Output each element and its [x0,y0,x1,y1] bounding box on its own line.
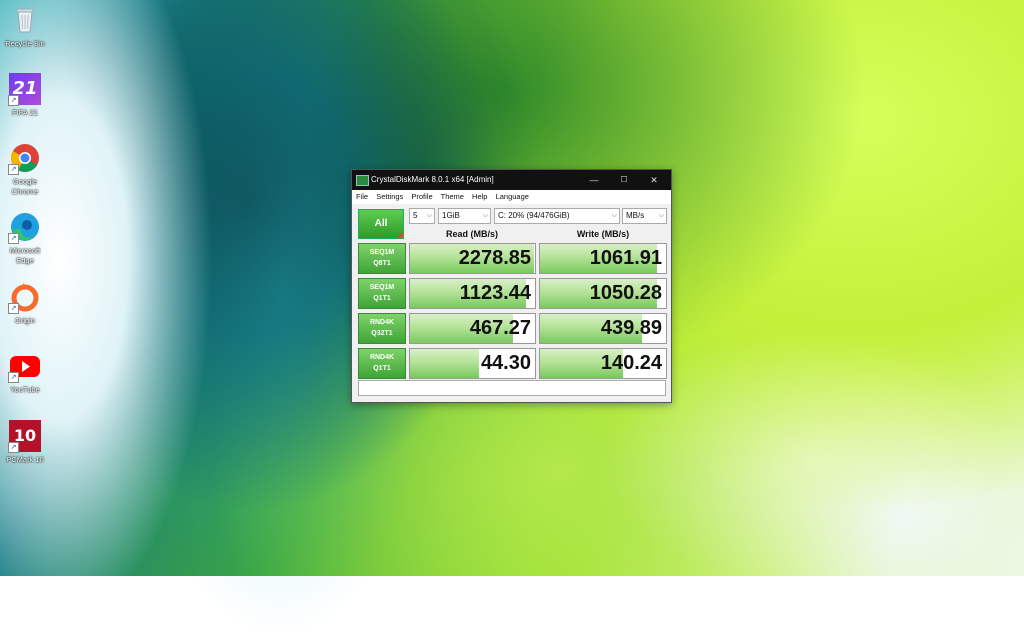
desktop-icon-origin[interactable]: ↗ Origin [0,281,50,326]
read-value: 1123.44 [459,282,531,304]
count-value: 5 [413,211,418,220]
origin-icon: ↗ [8,281,41,314]
menu-theme[interactable]: Theme [441,192,464,201]
test-button-seq1m-q8t1[interactable]: SEQ1M Q8T1 [358,243,406,274]
test-button-rnd4k-q32t1[interactable]: RND4K Q32T1 [358,313,406,344]
write-header: Write (MB/s) [576,229,630,239]
shortcut-arrow-icon: ↗ [8,164,19,175]
menu-language[interactable]: Language [496,192,529,201]
menu-bar: File Settings Profile Theme Help Languag… [352,190,671,204]
recycle-bin-icon [9,4,41,36]
desktop-icon-label: Google Chrome [11,177,39,196]
chevron-down-icon: ⌵ [426,212,432,219]
chevron-down-icon: ⌵ [611,212,617,219]
test-params: Q1T1 [373,365,391,372]
test-params: Q1T1 [373,295,391,302]
desktop-icon-label: FIFA 21 [12,108,38,117]
test-params: Q8T1 [373,260,391,267]
desktop-icon-recycle-bin[interactable]: Recycle Bin [0,4,50,49]
all-button-label: All [374,218,388,229]
fifa21-icon: 21 ↗ [8,73,41,106]
test-name: RND4K [369,319,395,326]
size-value: 1GiB [442,211,460,220]
comment-field[interactable] [358,380,666,396]
desktop-icon-label: YouTube [10,385,40,394]
desktop-icon-label: Origin [14,316,35,325]
desktop-icon-google-chrome[interactable]: ↗ Google Chrome [0,142,50,197]
desktop-icon-fifa21[interactable]: 21 ↗ FIFA 21 [0,73,50,118]
desktop-icon-pcmark10[interactable]: 10 ↗ PCMark 10 [0,420,50,465]
test-name: SEQ1M [369,249,395,256]
app-icon [356,175,369,186]
all-button[interactable]: All [358,209,404,239]
test-button-rnd4k-q1t1[interactable]: RND4K Q1T1 [358,348,406,379]
menu-help[interactable]: Help [472,192,487,201]
desktop-icon-youtube[interactable]: ↗ YouTube [0,350,50,395]
write-value: 140.24 [600,352,662,374]
write-result-cell: 1050.28 [539,278,667,309]
write-value: 1061.91 [589,247,662,269]
close-button[interactable]: ✕ [639,170,669,190]
test-params: Q32T1 [371,330,393,337]
read-result-cell: 2278.85 [409,243,536,274]
crystaldiskmark-window: CrystalDiskMark 8.0.1 x64 [Admin] — ☐ ✕ … [351,169,672,403]
title-bar[interactable]: CrystalDiskMark 8.0.1 x64 [Admin] — ☐ ✕ [352,170,671,190]
drive-select[interactable]: C: 20% (94/476GiB) ⌵ [494,208,620,224]
write-result-cell: 439.89 [539,313,667,344]
test-button-seq1m-q1t1[interactable]: SEQ1M Q1T1 [358,278,406,309]
edge-icon: ↗ [8,211,41,244]
drive-value: C: 20% (94/476GiB) [498,211,570,220]
shortcut-arrow-icon: ↗ [8,233,19,244]
desktop-icon-microsoft-edge[interactable]: ↗ Microsoft Edge [0,211,50,266]
size-select[interactable]: 1GiB ⌵ [438,208,491,224]
count-select[interactable]: 5 ⌵ [409,208,435,224]
menu-settings[interactable]: Settings [376,192,403,201]
write-result-cell: 1061.91 [539,243,667,274]
shortcut-arrow-icon: ↗ [8,442,19,453]
window-title: CrystalDiskMark 8.0.1 x64 [Admin] [371,175,494,184]
test-name: RND4K [369,354,395,361]
read-bar [410,349,479,378]
unit-value: MB/s [626,211,645,220]
chrome-icon: ↗ [8,142,41,175]
read-result-cell: 467.27 [409,313,536,344]
shortcut-arrow-icon: ↗ [8,95,19,106]
write-result-cell: 140.24 [539,348,667,379]
corner-mark-icon [397,232,403,238]
desktop-icon-label: PCMark 10 [6,455,44,464]
shortcut-arrow-icon: ↗ [8,372,19,383]
read-result-cell: 44.30 [409,348,536,379]
read-value: 467.27 [469,317,531,339]
chevron-down-icon: ⌵ [482,212,488,219]
minimize-button[interactable]: — [579,170,609,190]
write-value: 1050.28 [589,282,662,304]
read-value: 2278.85 [458,247,531,269]
menu-profile[interactable]: Profile [411,192,432,201]
unit-select[interactable]: MB/s ⌵ [622,208,667,224]
read-result-cell: 1123.44 [409,278,536,309]
read-value: 44.30 [480,352,531,374]
desktop-icon-label: Recycle Bin [5,39,45,48]
maximize-button[interactable]: ☐ [609,170,639,190]
youtube-icon: ↗ [8,350,41,383]
write-value: 439.89 [600,317,662,339]
desktop-icon-label: Microsoft Edge [9,246,41,265]
read-header: Read (MB/s) [445,229,498,239]
chevron-down-icon: ⌵ [658,212,664,219]
menu-file[interactable]: File [356,192,368,201]
pcmark10-icon: 10 ↗ [8,420,41,453]
shortcut-arrow-icon: ↗ [8,303,19,314]
test-name: SEQ1M [369,284,395,291]
